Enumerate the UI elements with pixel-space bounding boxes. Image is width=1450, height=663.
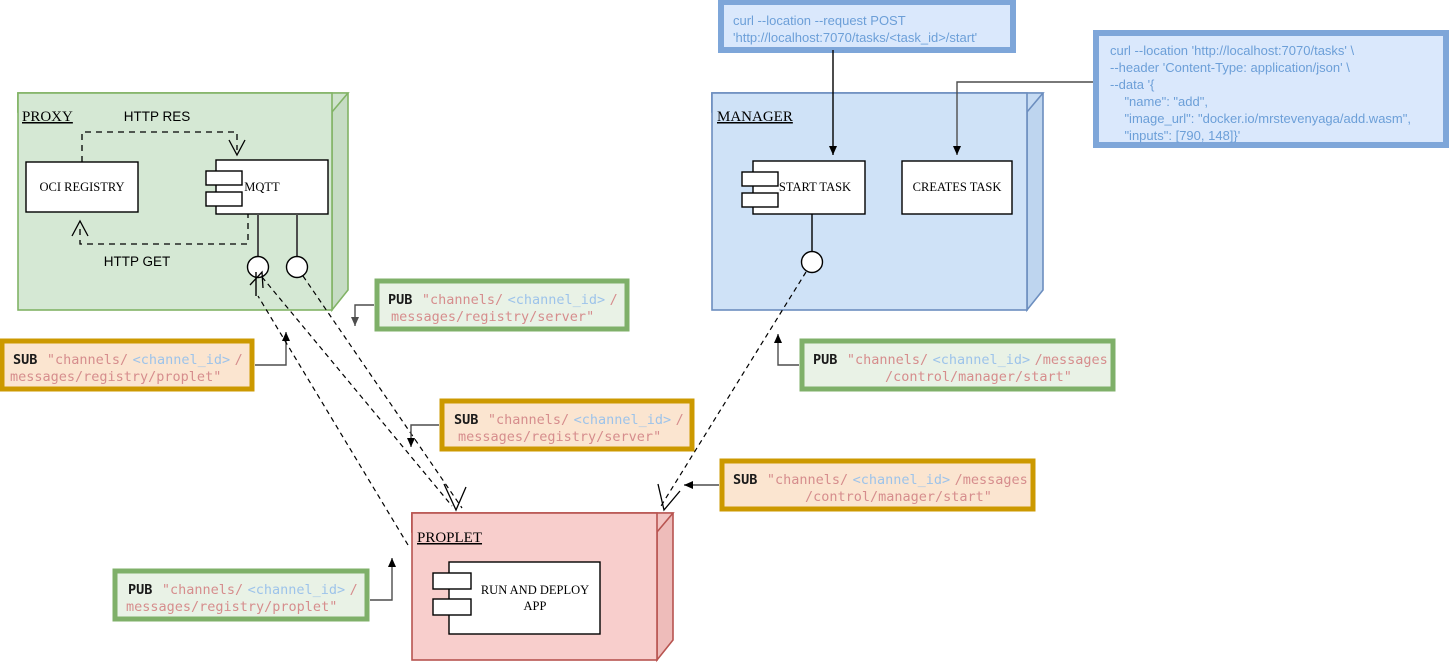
- edge-sub-registry-proplet-connector: [255, 332, 290, 366]
- http-res-label: HTTP RES: [124, 109, 191, 124]
- component-oci-registry[interactable]: OCI REGISTRY: [25, 161, 139, 213]
- sub-registry-proplet-text-line2: messages/registry/proplet": [10, 369, 221, 385]
- pub-control-manager-start-text: PUB "channels/ <channel_id> /messages: [813, 351, 1108, 368]
- component-creates-task[interactable]: CREATES TASK: [901, 160, 1013, 215]
- edge-proplet-to-proxy-dashed: [257, 295, 409, 546]
- http-get-label: HTTP GET: [104, 254, 171, 269]
- pub-registry-server-text-line2: messages/registry/server": [391, 309, 594, 325]
- edge-sub-registry-server-connector: [407, 424, 439, 447]
- proplet-label: PROPLET: [417, 530, 482, 546]
- manager-label: MANAGER: [717, 109, 793, 125]
- curl-create-task-line-5: "image_url": "docker.io/mrstevenyaga/add…: [1110, 111, 1411, 126]
- proxy-container[interactable]: PROXY HTTP RES HTTP GET OCI REGISTRY MQT…: [17, 92, 350, 313]
- start-task-port-lower: [741, 192, 779, 208]
- pub-registry-server-text: PUB "channels/ <channel_id> /: [388, 291, 618, 308]
- topic-box-sub-registry-proplet[interactable]: SUB "channels/ <channel_id> / messages/r…: [0, 338, 255, 392]
- curl-create-task-line-2: --header 'Content-Type: application/json…: [1110, 60, 1350, 75]
- curl-create-task-line-1: curl --location 'http://localhost:7070/t…: [1110, 43, 1355, 58]
- curl-create-task-line-6: "inputs": [790, 148]}': [1110, 128, 1240, 143]
- mqtt-port-lower: [205, 191, 243, 207]
- topic-box-pub-registry-server[interactable]: PUB "channels/ <channel_id> / messages/r…: [374, 278, 630, 332]
- curl-start-task-line-2: 'http://localhost:7070/tasks/<task_id>/s…: [733, 30, 977, 45]
- component-run-and-deploy-app[interactable]: RUN AND DEPLOY APP: [432, 561, 601, 635]
- edge-manager-to-proplet-arrowhead: [657, 483, 681, 512]
- manager-container[interactable]: MANAGER START TASK CREATES TASK: [711, 92, 1045, 313]
- curl-create-task-line-3: --data '{: [1110, 77, 1155, 92]
- architecture-diagram: PROXY HTTP RES HTTP GET OCI REGISTRY MQT…: [0, 0, 1449, 663]
- start-task-port-upper: [741, 171, 779, 187]
- component-mqtt[interactable]: MQTT: [205, 159, 329, 215]
- oci-registry-label: OCI REGISTRY: [39, 180, 124, 194]
- proxy-label: PROXY: [22, 109, 73, 125]
- run-deploy-label-line2: APP: [524, 599, 547, 613]
- topic-box-sub-control-manager-start[interactable]: SUB "channels/ <channel_id> /messages /c…: [719, 458, 1036, 512]
- sub-registry-server-text-line2: messages/registry/server": [458, 429, 661, 445]
- sub-control-manager-start-text: SUB "channels/ <channel_id> /messages: [733, 471, 1028, 488]
- sub-control-manager-start-text-line2: /control/manager/start": [805, 489, 992, 505]
- run-deploy-label-line1: RUN AND DEPLOY: [481, 583, 589, 597]
- start-task-interface-ball[interactable]: [800, 250, 824, 274]
- curl-create-task-line-4: "name": "add",: [1110, 94, 1208, 109]
- topic-box-pub-registry-proplet[interactable]: PUB "channels/ <channel_id> / messages/r…: [112, 568, 370, 622]
- curl-box-start-task[interactable]: curl --location --request POST 'http://l…: [718, 0, 1016, 53]
- pub-registry-proplet-text: PUB "channels/ <channel_id> /: [128, 581, 358, 598]
- pub-control-manager-start-text-line2: /control/manager/start": [885, 369, 1072, 385]
- sub-registry-server-text: SUB "channels/ <channel_id> /: [454, 411, 684, 428]
- run-deploy-port-upper: [432, 572, 472, 590]
- pub-registry-proplet-text-line2: messages/registry/proplet": [126, 599, 337, 615]
- edge-pub-registry-proplet-connector: [370, 558, 396, 601]
- edge-proxy-ball1-arrowhead: [443, 483, 467, 512]
- topic-box-pub-control-manager-start[interactable]: PUB "channels/ <channel_id> /messages /c…: [799, 338, 1116, 392]
- edge-pub-control-manager-start-connector: [774, 334, 799, 366]
- curl-box-create-task[interactable]: curl --location 'http://localhost:7070/t…: [1093, 30, 1449, 148]
- component-start-task[interactable]: START TASK: [741, 160, 866, 215]
- curl-start-task-line-1: curl --location --request POST: [733, 13, 906, 28]
- creates-task-label: CREATES TASK: [913, 180, 1002, 194]
- proplet-container[interactable]: PROPLET RUN AND DEPLOY APP: [411, 512, 675, 663]
- sub-registry-proplet-text: SUB "channels/ <channel_id> /: [13, 351, 243, 368]
- mqtt-interface-ball-2[interactable]: [285, 255, 309, 279]
- topic-box-sub-registry-server[interactable]: SUB "channels/ <channel_id> / messages/r…: [439, 398, 695, 452]
- mqtt-label: MQTT: [244, 180, 280, 194]
- start-task-label: START TASK: [779, 180, 851, 194]
- run-deploy-port-lower: [432, 598, 472, 616]
- mqtt-port-upper: [205, 170, 243, 186]
- edge-pub-registry-server-connector: [351, 304, 374, 326]
- mqtt-interface-ball-1[interactable]: [246, 255, 270, 279]
